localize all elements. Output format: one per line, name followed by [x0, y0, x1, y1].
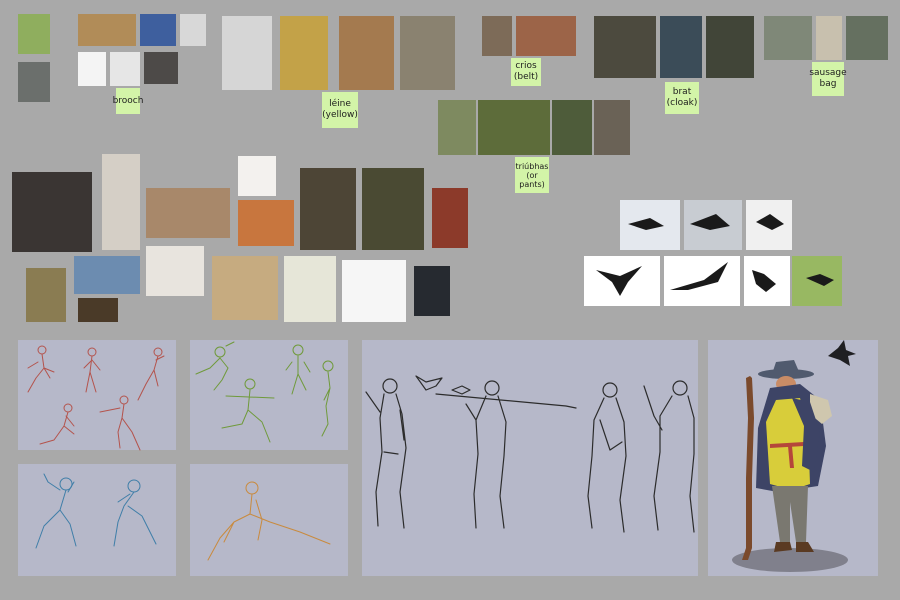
ref-photo-scarecrow-standing[interactable] [102, 154, 140, 250]
ref-photo-bag-1[interactable] [764, 16, 812, 60]
ref-photo-penannular[interactable] [78, 52, 106, 86]
ref-photo-scarecrow-pitchfork[interactable] [238, 200, 294, 246]
character-panel [708, 340, 878, 576]
ref-photo-brown-tunic[interactable] [339, 16, 394, 90]
ref-photo-disc-brooch[interactable] [110, 52, 140, 86]
sketch-panel-orange [190, 464, 348, 576]
ref-photo-crow-7[interactable] [792, 256, 842, 306]
ref-photo-celtic-badge[interactable] [140, 14, 176, 46]
sketch-panel-red [18, 340, 176, 450]
ref-photo-scarecrow-field[interactable] [146, 188, 230, 238]
ref-photo-pants-3[interactable] [552, 100, 592, 155]
ref-photo-brooch-pin[interactable] [78, 14, 136, 46]
ref-photo-crow-3[interactable] [746, 200, 792, 250]
ref-photo-scarecrow-hooded[interactable] [300, 168, 356, 250]
ref-photo-crow-6[interactable] [744, 256, 790, 306]
ref-photo-skeleton-hand[interactable] [414, 266, 450, 316]
ref-photo-bag-2[interactable] [816, 16, 842, 60]
ref-photo-crow-5[interactable] [664, 256, 740, 306]
note-sausage-bag: sausage bag [809, 62, 847, 96]
ref-photo-stick[interactable] [238, 156, 276, 196]
ref-photo-scarecrow-sky[interactable] [74, 256, 140, 294]
ref-photo-pants-2[interactable] [478, 100, 550, 155]
note-brat: brat (cloak) [665, 82, 699, 114]
ref-photo-cloak-1[interactable] [594, 16, 656, 78]
ref-photo-cloak-3[interactable] [706, 16, 754, 78]
ref-photo-scarecrow-dark[interactable] [12, 172, 92, 252]
ref-photo-candle[interactable] [78, 298, 118, 322]
ref-photo-scarecrow-hat[interactable] [362, 168, 424, 250]
ref-photo-brooch-set[interactable] [144, 52, 178, 84]
ref-photo-hand[interactable] [432, 188, 468, 248]
ref-photo-ring-brooch[interactable] [180, 14, 206, 46]
ref-photo-cloak-2[interactable] [660, 16, 702, 78]
ref-photo-hay-figure[interactable] [26, 268, 66, 322]
note-leine: léine (yellow) [322, 92, 358, 128]
ref-photo-cap[interactable] [18, 14, 50, 54]
sketch-panel-blue [18, 464, 176, 576]
ref-photo-burlap[interactable] [212, 256, 278, 320]
ref-photo-woodcut[interactable] [284, 256, 336, 322]
ref-photo-tunic-man[interactable] [222, 16, 272, 90]
ref-photo-crow-4[interactable] [584, 256, 660, 306]
note-brooch: brooch [113, 88, 143, 114]
ref-photo-scarecrow-white[interactable] [342, 260, 406, 322]
ref-photo-pants-4[interactable] [594, 100, 630, 155]
ref-photo-crow-2[interactable] [684, 200, 742, 250]
ref-photo-forest-man[interactable] [400, 16, 455, 90]
ref-photo-pants-1[interactable] [438, 100, 476, 155]
ref-photo-crios-1[interactable] [482, 16, 512, 56]
sketch-panel-green [190, 340, 348, 450]
ref-photo-statue[interactable] [18, 62, 50, 102]
note-crios: crios (belt) [511, 58, 541, 86]
ref-photo-yellow-leine[interactable] [280, 16, 328, 90]
ref-photo-bag-3[interactable] [846, 16, 888, 60]
sketch-panel-figures [362, 340, 698, 576]
ref-photo-crios-2[interactable] [516, 16, 576, 56]
note-triubhas: triúbhas (or pants) [515, 157, 549, 193]
ref-photo-crow-1[interactable] [620, 200, 680, 250]
ref-photo-scarecrow-ring[interactable] [146, 246, 204, 296]
